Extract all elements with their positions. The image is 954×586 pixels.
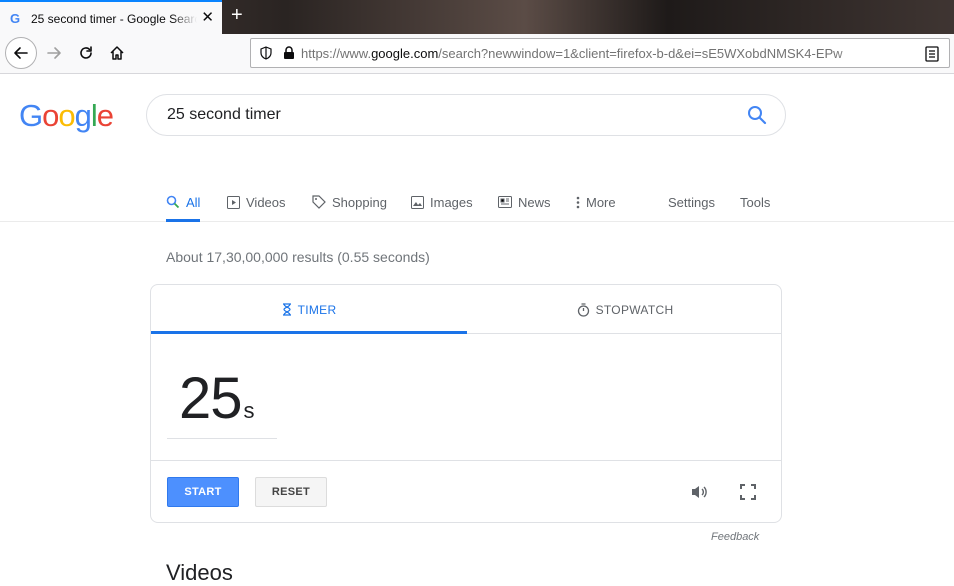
timer-input-underline	[167, 438, 277, 439]
tab-shopping[interactable]: Shopping	[312, 182, 387, 222]
tab-shopping-label: Shopping	[332, 194, 387, 210]
video-icon	[227, 195, 240, 209]
url-text[interactable]: https://www.google.com/search?newwindow=…	[301, 46, 881, 61]
search-query[interactable]: 25 second timer	[167, 106, 281, 124]
more-vert-icon	[576, 196, 580, 208]
tab-news-label: News	[518, 194, 551, 210]
google-favicon-icon: G	[10, 11, 21, 26]
tab-all[interactable]: All	[166, 182, 201, 222]
image-icon	[411, 195, 424, 209]
tab-all-label: All	[186, 194, 201, 210]
url-prefix: https://www.	[301, 45, 372, 61]
browser-tab[interactable]: G 25 second timer - Google Search ✕	[0, 0, 222, 36]
home-icon	[110, 46, 124, 60]
back-button[interactable]	[5, 37, 37, 69]
url-domain: google.com	[371, 45, 439, 61]
tab-timer[interactable]: TIMER	[151, 285, 467, 334]
search-input[interactable]: 25 second timer	[146, 94, 786, 136]
shield-icon[interactable]	[259, 46, 273, 60]
tag-icon	[312, 195, 326, 209]
timer-unit: s	[243, 398, 255, 423]
tab-settings-label: Settings	[668, 194, 715, 210]
reset-button[interactable]: RESET	[255, 477, 327, 507]
tab-more[interactable]: More	[576, 182, 616, 222]
results-count: About 17,30,00,000 results (0.55 seconds…	[166, 249, 430, 265]
hourglass-icon	[282, 303, 291, 316]
timer-display[interactable]: 25 s	[179, 365, 255, 432]
browser-titlebar: G 25 second timer - Google Search ✕ +	[0, 0, 954, 36]
home-button[interactable]	[103, 39, 131, 67]
timer-controls: START RESET	[151, 460, 781, 522]
reload-button[interactable]	[72, 39, 100, 67]
stopwatch-icon	[577, 302, 589, 317]
start-button[interactable]: START	[167, 477, 239, 507]
google-logo[interactable]: Google	[19, 98, 114, 134]
search-nav-tabs: All Videos Shopping Images News More Set…	[0, 182, 954, 222]
feedback-link[interactable]: Feedback	[711, 531, 759, 543]
timer-value: 25	[179, 366, 243, 431]
reader-view-icon[interactable]	[925, 46, 939, 62]
tab-stopwatch[interactable]: STOPWATCH	[467, 285, 781, 334]
arrow-right-icon	[47, 47, 61, 59]
url-path: /search?newwindow=1&client=firefox-b-d&e…	[438, 45, 843, 61]
tab-images[interactable]: Images	[411, 182, 473, 222]
newspaper-icon	[498, 196, 512, 208]
reload-icon	[80, 46, 92, 59]
lock-icon[interactable]	[283, 46, 295, 60]
tab-timer-label: TIMER	[297, 302, 337, 317]
browser-toolbar: https://www.google.com/search?newwindow=…	[0, 34, 954, 74]
tab-stopwatch-label: STOPWATCH	[595, 302, 674, 317]
sound-button[interactable]	[688, 481, 710, 503]
tab-images-label: Images	[430, 194, 473, 210]
videos-section-heading: Videos	[166, 560, 233, 585]
address-bar[interactable]: https://www.google.com/search?newwindow=…	[250, 38, 950, 68]
tab-title: 25 second timer - Google Search	[31, 12, 197, 26]
volume-icon	[692, 486, 707, 498]
search-icon[interactable]	[747, 105, 767, 125]
search-icon	[166, 195, 180, 209]
tab-videos[interactable]: Videos	[227, 182, 286, 222]
tab-news[interactable]: News	[498, 182, 551, 222]
tab-tools[interactable]: Tools	[740, 182, 770, 222]
tab-videos-label: Videos	[246, 194, 286, 210]
new-tab-button[interactable]: +	[231, 5, 243, 25]
tab-tools-label: Tools	[740, 194, 771, 210]
fullscreen-icon	[740, 484, 756, 500]
close-tab-icon[interactable]: ✕	[201, 10, 214, 26]
timer-card-tabs: TIMER STOPWATCH	[151, 285, 781, 334]
tab-settings[interactable]: Settings	[668, 182, 715, 222]
timer-card: TIMER STOPWATCH 25 s START RESET	[150, 284, 782, 523]
arrow-left-icon	[14, 47, 28, 59]
fullscreen-button[interactable]	[737, 481, 759, 503]
search-results-page: Google 25 second timer All Videos Shoppi…	[0, 74, 954, 585]
forward-button[interactable]	[40, 39, 68, 67]
tab-more-label: More	[586, 194, 616, 210]
